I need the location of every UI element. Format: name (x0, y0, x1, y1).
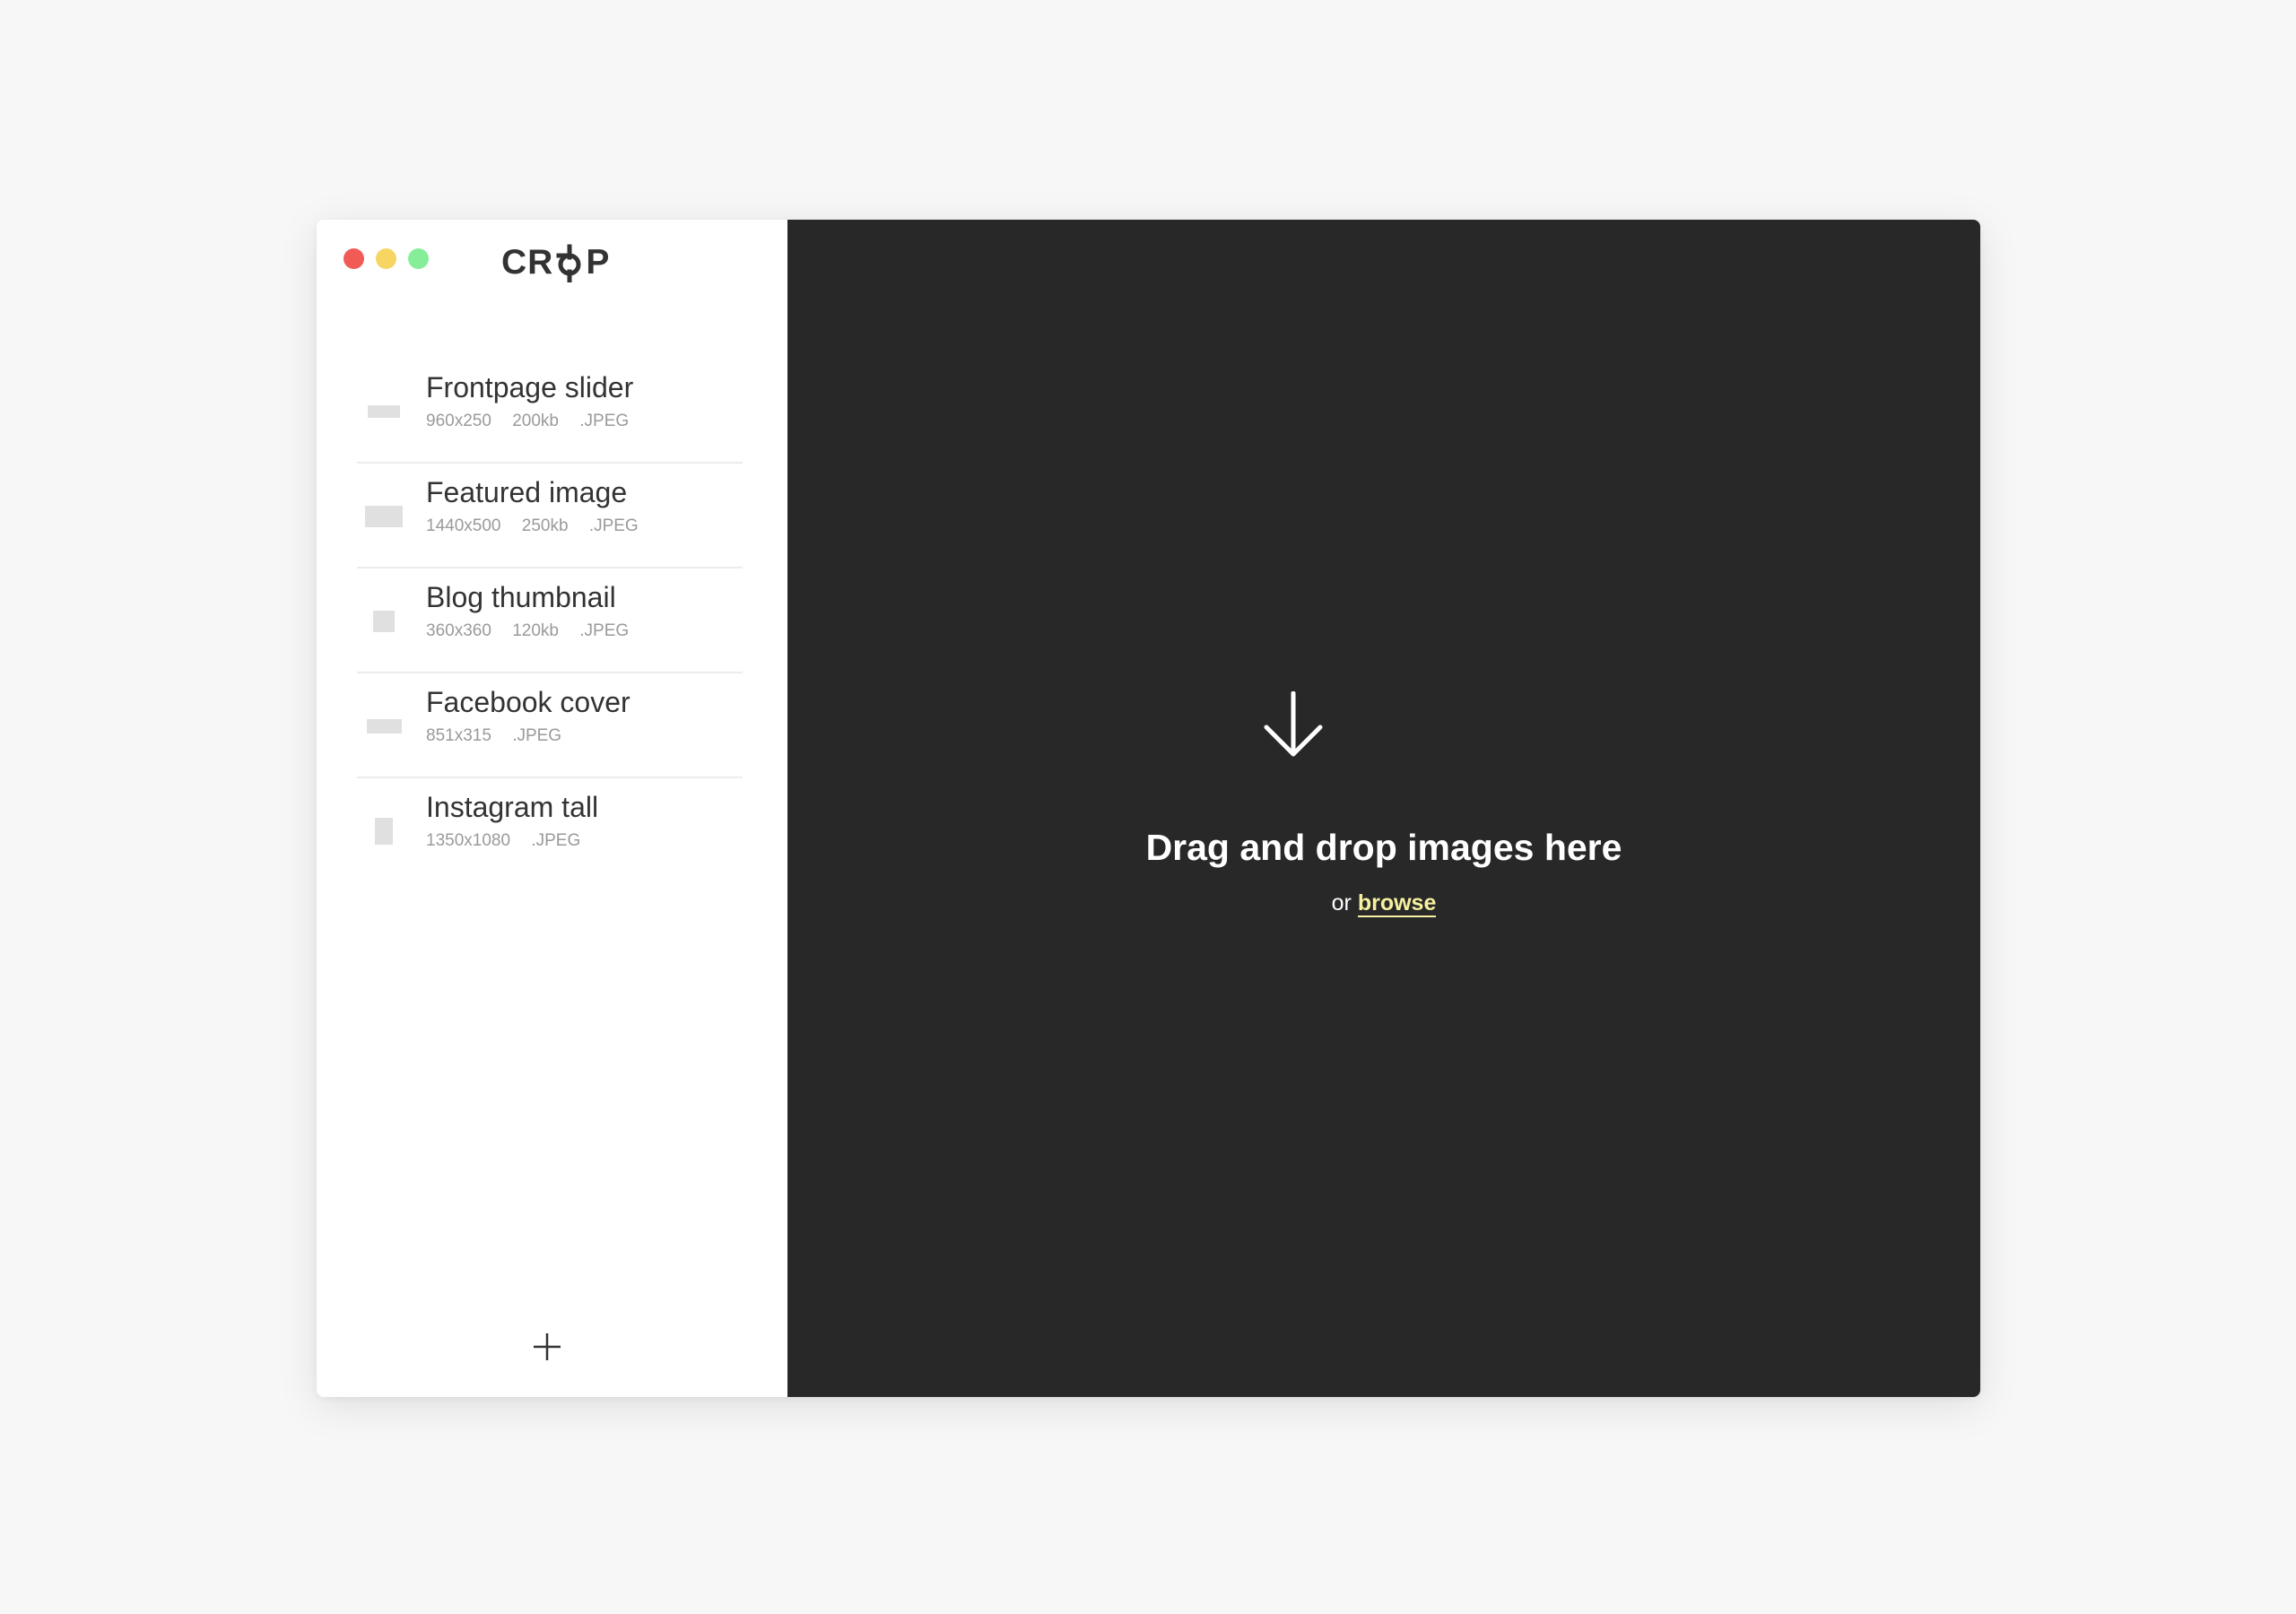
preset-dimensions: 851x315 (426, 726, 491, 745)
preset-thumbnail (365, 505, 403, 527)
preset-title: Facebook cover (426, 686, 631, 718)
preset-thumbnail-wrap (357, 673, 411, 778)
preset-dimensions: 960x250 (426, 412, 491, 430)
preset-meta: 360x360 120kb .JPEG (426, 620, 645, 642)
preset-meta: 851x315 .JPEG (426, 725, 578, 747)
preset-dimensions: 1350x1080 (426, 831, 511, 850)
preset-title: Instagram tall (426, 791, 599, 823)
preset-thumbnail-wrap (357, 568, 411, 673)
preset-format: .JPEG (579, 412, 630, 430)
app-window: CR P Frontpage slider 960x250 200kb .JPE… (317, 220, 1980, 1397)
close-window-button[interactable] (344, 248, 364, 269)
preset-thumbnail-wrap (357, 359, 411, 464)
preset-thumbnail (366, 718, 402, 733)
preset-meta: 1350x1080 .JPEG (426, 830, 596, 852)
plus-icon (534, 1333, 561, 1360)
preset-size: 120kb (512, 621, 559, 640)
preset-thumbnail-wrap (357, 464, 411, 568)
preset-size: 250kb (521, 516, 569, 535)
preset-meta: 960x250 200kb .JPEG (426, 411, 645, 432)
maximize-window-button[interactable] (408, 248, 429, 269)
dropzone-subtitle: or browse (787, 889, 1980, 917)
preset-dimensions: 1440x500 (426, 516, 501, 535)
image-dropzone[interactable]: Drag and drop images here or browse (787, 220, 1980, 1397)
preset-format: .JPEG (512, 726, 562, 745)
logo-suffix: P (586, 243, 611, 282)
preset-size: 200kb (512, 412, 559, 430)
preset-format: .JPEG (588, 516, 639, 535)
preset-title: Blog thumbnail (426, 581, 616, 613)
preset-thumbnail (368, 404, 400, 418)
minimize-window-button[interactable] (376, 248, 396, 269)
preset-meta: 1440x500 250kb .JPEG (426, 516, 655, 537)
logo-prefix: CR (501, 243, 554, 282)
preset-thumbnail-wrap (357, 778, 411, 883)
window-controls (344, 248, 440, 269)
preset-item[interactable]: Facebook cover 851x315 .JPEG (357, 673, 743, 778)
preset-item[interactable]: Instagram tall 1350x1080 .JPEG (357, 778, 743, 883)
preset-item[interactable]: Blog thumbnail 360x360 120kb .JPEG (357, 568, 743, 673)
preset-thumbnail (375, 817, 393, 845)
browse-link[interactable]: browse (1357, 890, 1437, 917)
preset-title: Frontpage slider (426, 371, 634, 404)
crop-o-icon (554, 243, 585, 283)
preset-format: .JPEG (579, 621, 630, 640)
preset-thumbnail (373, 610, 395, 632)
preset-format: .JPEG (531, 831, 581, 850)
add-preset-button[interactable] (532, 1332, 562, 1362)
arrow-down-icon (1263, 690, 1324, 759)
app-logo: CR P (501, 243, 611, 283)
dropzone-title: Drag and drop images here (1145, 827, 1622, 868)
preset-item[interactable]: Featured image 1440x500 250kb .JPEG (357, 464, 743, 568)
preset-item[interactable]: Frontpage slider 960x250 200kb .JPEG (357, 359, 743, 464)
preset-dimensions: 360x360 (426, 621, 491, 640)
sidebar: CR P Frontpage slider 960x250 200kb .JPE… (317, 220, 787, 1397)
preset-list: Frontpage slider 960x250 200kb .JPEG Fea… (357, 359, 743, 883)
preset-title: Featured image (426, 476, 628, 508)
dropzone-subtitle-prefix: or (1331, 890, 1352, 915)
